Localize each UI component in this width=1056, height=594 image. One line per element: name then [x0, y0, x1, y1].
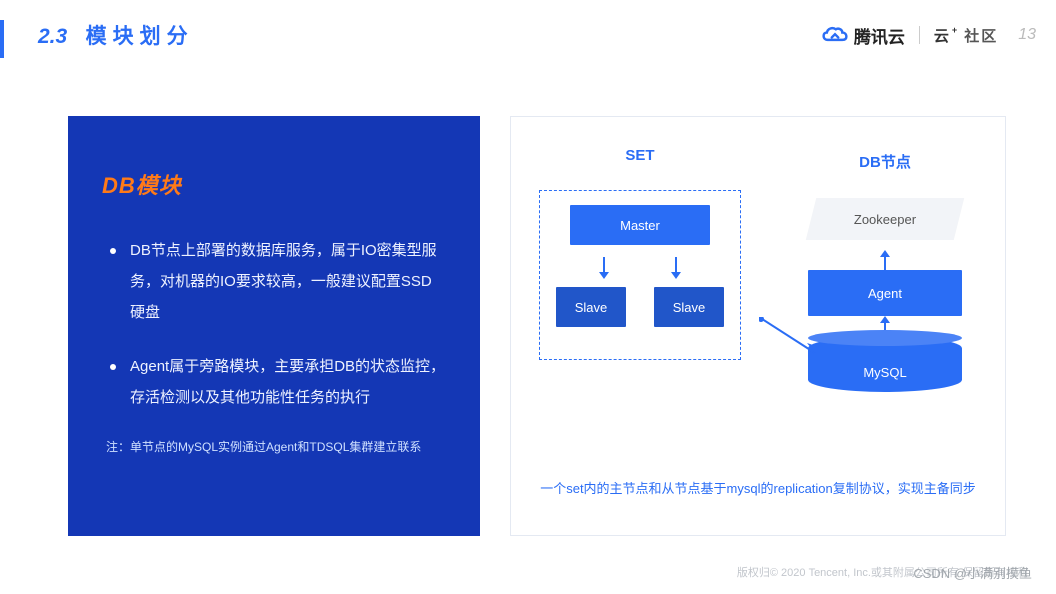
arrow-down-icon	[598, 257, 610, 279]
section-title-text: 模块划分	[86, 25, 194, 48]
watermark: CSDN @小满别摸鱼	[913, 563, 1032, 582]
section-title: 2.3 模块划分	[38, 20, 194, 50]
bullet-list: DB节点上部署的数据库服务，属于IO密集型服务，对机器的IO要求较高，一般建议配…	[102, 236, 446, 414]
diagram-panel: SET Master Slave Slave DB节点 Zookeeper	[510, 116, 1006, 536]
community-label: 云+ 社区	[934, 25, 998, 46]
tencent-cloud-logo: 腾讯云	[822, 23, 905, 48]
cloud-icon	[822, 24, 848, 46]
section-number: 2.3	[38, 25, 67, 48]
panel-title: DB模块	[102, 168, 446, 200]
page-number: 13	[1018, 26, 1036, 44]
master-box: Master	[570, 205, 710, 245]
list-item: Agent属于旁路模块，主要承担DB的状态监控，存活检测以及其他功能性任务的执行	[106, 352, 446, 414]
content-area: DB模块 DB节点上部署的数据库服务，属于IO密集型服务，对机器的IO要求较高，…	[0, 52, 1056, 536]
set-dashed-border: Master Slave Slave	[539, 190, 741, 360]
db-node-column: DB节点 Zookeeper Agent MySQL	[791, 147, 979, 447]
copyright: 版权归© 2020 Tencent, Inc.或其附属公司所有 保留所有权利	[0, 564, 1028, 580]
brand-area: 腾讯云 云+ 社区 13	[822, 23, 1036, 48]
title-accent	[0, 20, 4, 58]
brand-divider	[919, 26, 920, 44]
zookeeper-box: Zookeeper	[806, 198, 964, 240]
arrow-up-icon	[879, 250, 891, 270]
set-column: SET Master Slave Slave	[539, 147, 741, 447]
slave-box: Slave	[654, 287, 724, 327]
footnote: 注：单节点的MySQL实例通过Agent和TDSQL集群建立联系	[102, 438, 446, 455]
left-panel: DB模块 DB节点上部署的数据库服务，属于IO密集型服务，对机器的IO要求较高，…	[68, 116, 480, 536]
brand-text: 腾讯云	[854, 23, 905, 48]
diagram-caption: 一个set内的主节点和从节点基于mysql的replication复制协议，实现…	[511, 478, 1005, 497]
list-item: DB节点上部署的数据库服务，属于IO密集型服务，对机器的IO要求较高，一般建议配…	[106, 236, 446, 328]
slave-box: Slave	[556, 287, 626, 327]
header: 2.3 模块划分 腾讯云 云+ 社区 13	[0, 0, 1056, 52]
mysql-cylinder: MySQL	[808, 336, 962, 392]
agent-box: Agent	[808, 270, 962, 316]
set-title: SET	[539, 147, 741, 164]
db-node-title: DB节点	[859, 151, 911, 172]
arrow-down-icon	[670, 257, 682, 279]
